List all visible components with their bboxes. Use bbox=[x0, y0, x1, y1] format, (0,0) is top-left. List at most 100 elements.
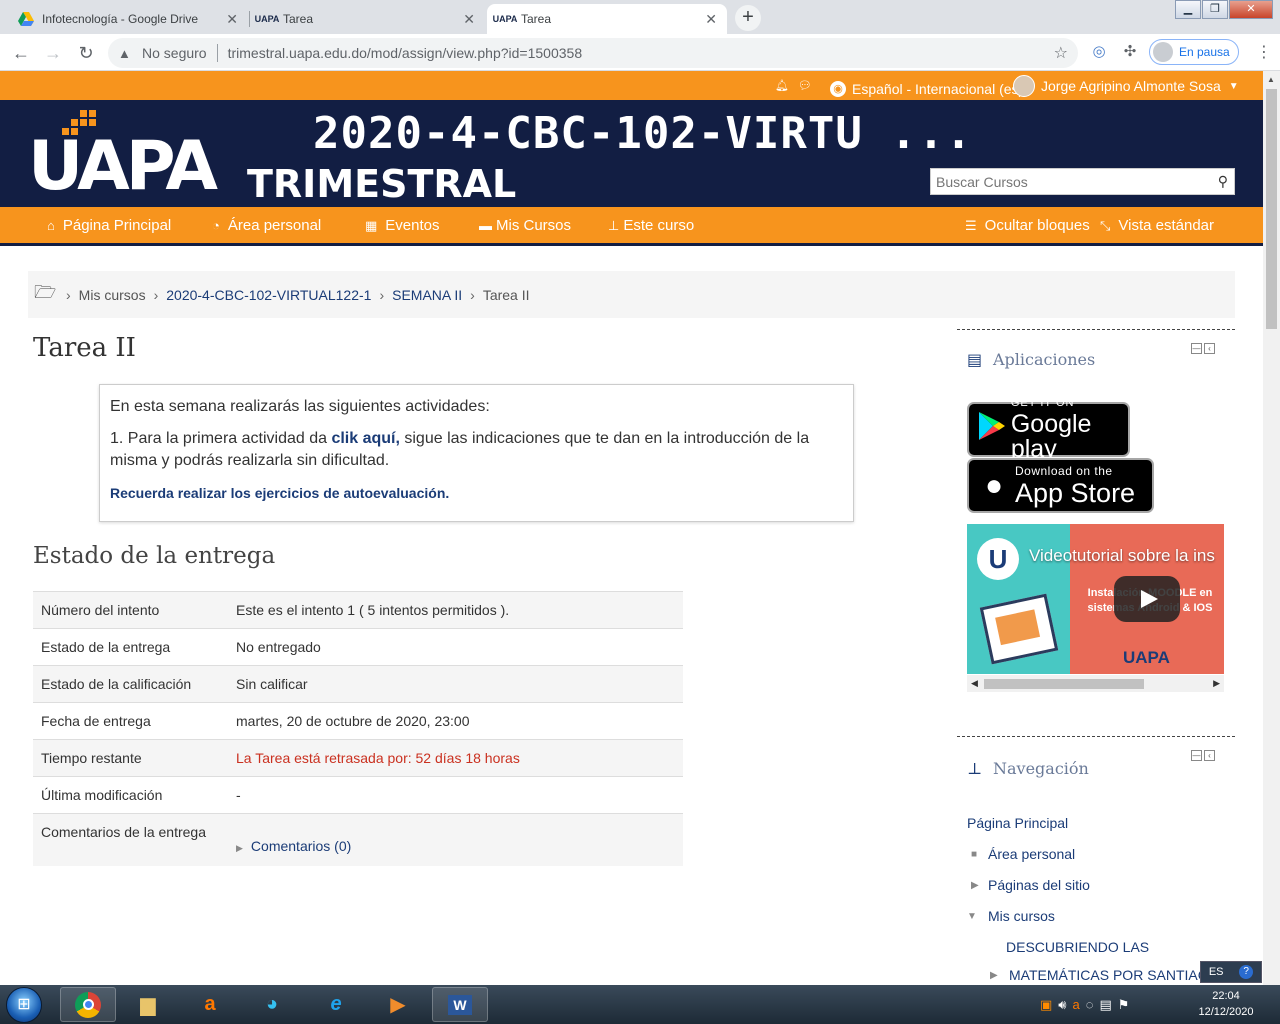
google-play-badge[interactable]: GET IT ON Google play bbox=[967, 397, 1130, 461]
comments-link[interactable]: ▶ Comentarios (0) bbox=[236, 838, 351, 854]
tab-tarea-1[interactable]: UAPA Tarea ✕ bbox=[249, 4, 485, 34]
network-icon[interactable]: ◌ bbox=[1086, 997, 1094, 1012]
folder-icon[interactable]: 🗁︎ bbox=[34, 280, 58, 310]
display-icon[interactable]: ▤ bbox=[1099, 997, 1111, 1013]
standard-view-button[interactable]: ⤡ Vista estándar bbox=[1100, 217, 1214, 234]
page-scrollbar[interactable]: ▲ bbox=[1263, 71, 1280, 985]
address-bar[interactable]: ▲ No seguro trimestral.uapa.edu.do/mod/a… bbox=[108, 38, 1078, 68]
tab-strip: Infotecnología - Google Drive ✕ UAPA Tar… bbox=[0, 0, 1280, 34]
video-brand: UAPA bbox=[1123, 648, 1170, 667]
bell-icon[interactable]: 🔔︎ bbox=[775, 79, 789, 92]
action-center-flag-icon[interactable]: ⚑ bbox=[1118, 997, 1130, 1013]
collapse-icon[interactable]: — bbox=[1191, 343, 1202, 354]
user-menu[interactable]: Jorge Agripino Almonte Sosa ▼ bbox=[1013, 75, 1239, 97]
activity-link[interactable]: clik aquí, bbox=[331, 430, 399, 447]
scroll-right-icon[interactable]: ▶ bbox=[1213, 678, 1220, 689]
tab-google-drive[interactable]: Infotecnología - Google Drive ✕ bbox=[8, 4, 248, 34]
breadcrumb-link-week[interactable]: SEMANA II bbox=[392, 287, 462, 303]
media-player-icon: ▶ bbox=[390, 994, 406, 1016]
back-arrow-icon[interactable]: ← bbox=[8, 40, 34, 66]
main-navigation: ⌂ Página Principal ◔ Área personal ▦ Eve… bbox=[0, 207, 1263, 246]
help-icon[interactable]: ? bbox=[1239, 965, 1254, 979]
search-icon[interactable]: ⚲ bbox=[1218, 173, 1228, 190]
nav-events[interactable]: ▦ Eventos bbox=[365, 217, 440, 234]
edge-taskbar-button[interactable]: ◕ bbox=[244, 987, 300, 1022]
hide-blocks-button[interactable]: ☰ Ocultar bloques bbox=[965, 217, 1090, 234]
avast-taskbar-button[interactable]: a bbox=[182, 987, 238, 1022]
video-title[interactable]: Videotutorial sobre la ins bbox=[1029, 546, 1215, 566]
chrome-taskbar-button[interactable] bbox=[60, 987, 116, 1022]
close-window-button[interactable]: ✕ bbox=[1229, 0, 1273, 19]
nav-tree-dashboard[interactable]: ■ Área personal bbox=[967, 846, 1075, 862]
reload-icon[interactable]: ↻ bbox=[73, 40, 99, 66]
nav-tree-course-1[interactable]: DESCUBRIENDO LAS bbox=[1006, 939, 1149, 955]
row-label: Fecha de entrega bbox=[33, 702, 228, 740]
app-store-badge[interactable]: ● Download on the App Store bbox=[967, 458, 1154, 513]
volume-icon[interactable]: 🔊︎ bbox=[1058, 997, 1066, 1013]
nav-tree-home[interactable]: Página Principal bbox=[967, 815, 1068, 831]
nav-my-courses[interactable]: ▬ Mis Cursos bbox=[479, 217, 571, 234]
forward-arrow-icon[interactable]: → bbox=[40, 40, 66, 66]
tab-tarea-active[interactable]: UAPA Tarea ✕ bbox=[487, 4, 727, 34]
puzzle-icon[interactable]: ✣ bbox=[1120, 42, 1140, 62]
avatar bbox=[1013, 75, 1035, 97]
media-player-taskbar-button[interactable]: ▶ bbox=[370, 987, 426, 1022]
internet-explorer-icon: e bbox=[330, 993, 342, 1015]
assignment-intro: En esta semana realizarás las siguientes… bbox=[99, 384, 854, 522]
nav-tree-my-courses[interactable]: ▼ Mis cursos bbox=[967, 908, 1055, 924]
close-tab-icon[interactable]: ✕ bbox=[226, 11, 238, 28]
language-menu[interactable]: ◉ Español - Internacional (es) bbox=[830, 81, 1023, 97]
tray-app-icon[interactable]: ▣ bbox=[1040, 997, 1052, 1013]
play-button[interactable] bbox=[1114, 576, 1180, 622]
windows-start-button[interactable]: ⊞ bbox=[6, 987, 42, 1023]
chat-icon[interactable]: 💬︎ bbox=[798, 79, 812, 92]
minimize-button[interactable]: ▁ bbox=[1175, 0, 1201, 19]
row-value: No entregado bbox=[228, 628, 683, 666]
row-label: Estado de la entrega bbox=[33, 628, 228, 666]
dock-icon[interactable]: ‹ bbox=[1204, 750, 1215, 761]
row-label: Última modificación bbox=[33, 776, 228, 814]
video-tutorial-embed[interactable]: U Videotutorial sobre la ins Instalación… bbox=[967, 524, 1224, 674]
scroll-left-icon[interactable]: ◀ bbox=[971, 678, 978, 689]
nav-home[interactable]: ⌂ Página Principal bbox=[47, 217, 171, 234]
scrollbar-thumb[interactable] bbox=[984, 679, 1144, 689]
scrollbar-thumb[interactable] bbox=[1266, 89, 1277, 329]
intro-instructions: 1. Para la primera actividad da clik aqu… bbox=[110, 430, 810, 469]
uapa-logo[interactable]: UAPA bbox=[28, 110, 228, 202]
close-tab-icon[interactable]: ✕ bbox=[705, 11, 717, 28]
maximize-button[interactable]: ❐ bbox=[1202, 0, 1228, 19]
nav-tree-course-2[interactable]: ▶ MATEMÁTICAS POR SANTIAG bbox=[988, 967, 1209, 983]
file-explorer-taskbar-button[interactable]: ▆ bbox=[120, 987, 176, 1022]
new-tab-button[interactable]: + bbox=[735, 5, 761, 31]
word-icon: W bbox=[448, 994, 472, 1015]
bookmark-star-icon[interactable]: ☆ bbox=[1054, 43, 1068, 63]
nav-this-course[interactable]: ⊥ Este curso bbox=[608, 217, 694, 234]
language-bar[interactable]: ES ? bbox=[1200, 961, 1262, 983]
search-input[interactable] bbox=[931, 169, 1201, 194]
apps-block: ▤ Aplicaciones — ‹ GET IT ON Google play… bbox=[957, 329, 1235, 729]
menu-kebab-icon[interactable]: ⋮ bbox=[1256, 42, 1272, 62]
breadcrumb-link-course[interactable]: 2020-4-CBC-102-VIRTUAL122-1 bbox=[166, 287, 371, 303]
site-header: UAPA 2020-4-CBC-102-VIRTU ... TRIMESTRAL… bbox=[0, 100, 1263, 207]
nav-dashboard[interactable]: ◔ Área personal bbox=[212, 217, 321, 234]
internet-explorer-taskbar-button[interactable]: e bbox=[308, 987, 364, 1022]
row-label: Número del intento bbox=[33, 591, 228, 629]
calendar-icon: ▦ bbox=[365, 217, 378, 233]
block-controls: — ‹ bbox=[1191, 750, 1215, 761]
dock-icon[interactable]: ‹ bbox=[1204, 343, 1215, 354]
word-taskbar-button[interactable]: W bbox=[432, 987, 488, 1022]
scroll-up-icon[interactable]: ▲ bbox=[1267, 75, 1275, 84]
web-page: 🔔︎ 💬︎ ◉ Español - Internacional (es) Jor… bbox=[0, 71, 1263, 985]
system-clock[interactable]: 22:04 12/12/2020 bbox=[1190, 988, 1262, 1020]
folder-icon: ▆ bbox=[140, 994, 156, 1016]
table-row: Número del intento Este es el intento 1 … bbox=[33, 591, 683, 629]
row-value: - bbox=[228, 776, 683, 814]
collapse-icon[interactable]: — bbox=[1191, 750, 1202, 761]
avast-tray-icon[interactable]: a bbox=[1073, 997, 1080, 1012]
close-tab-icon[interactable]: ✕ bbox=[463, 11, 475, 28]
nav-tree-site-pages[interactable]: ▶ Páginas del sitio bbox=[967, 877, 1090, 893]
bullet-icon: ■ bbox=[971, 848, 978, 860]
extension-icon[interactable]: ◎ bbox=[1089, 42, 1109, 62]
profile-paused-button[interactable]: En pausa bbox=[1149, 39, 1239, 65]
horizontal-scrollbar[interactable]: ◀ ▶ bbox=[967, 675, 1224, 692]
